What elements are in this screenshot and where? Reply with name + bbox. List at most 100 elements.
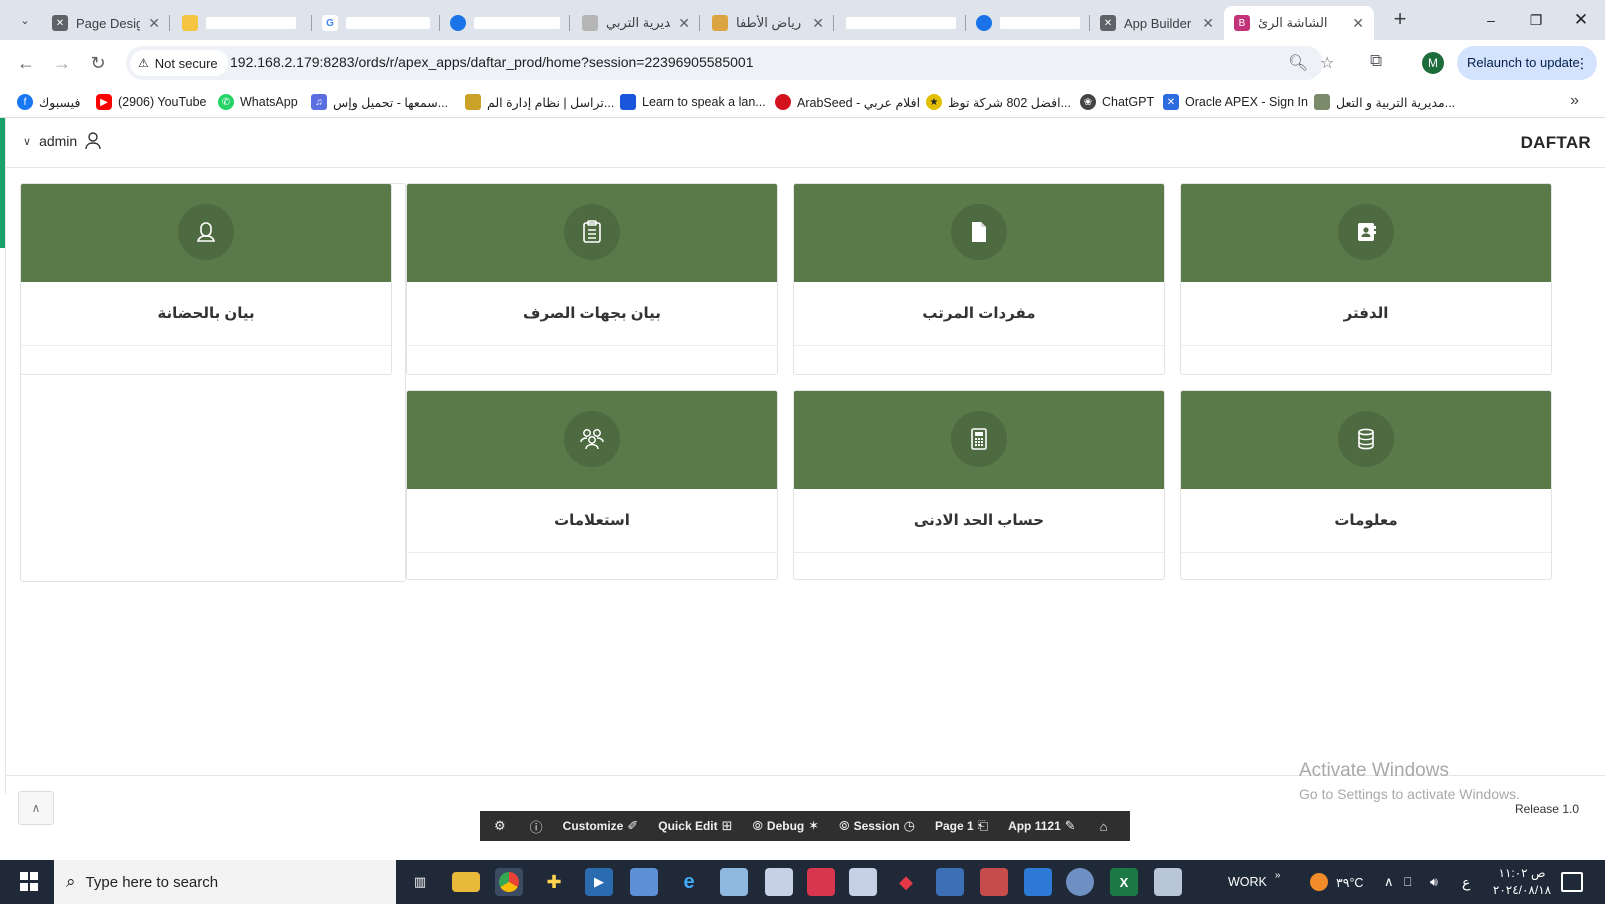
- tab-app-builder[interactable]: ✕ App Builder ✕: [1090, 6, 1224, 40]
- bookmark-star-icon[interactable]: ☆: [1320, 53, 1334, 73]
- tab-google[interactable]: G: [312, 6, 440, 40]
- extensions-icon[interactable]: ⧉: [1370, 51, 1382, 71]
- windows-start-icon[interactable]: [10, 870, 48, 894]
- app-plus-icon[interactable]: ✚: [540, 868, 568, 896]
- minimize-icon[interactable]: –: [1476, 8, 1506, 32]
- customize-button[interactable]: Customize ✐: [553, 811, 649, 841]
- bookmark-learn-language[interactable]: Learn to speak a lan...: [620, 93, 766, 111]
- app-button[interactable]: App 1121 ✎: [998, 811, 1086, 841]
- file-explorer-icon[interactable]: [452, 872, 480, 892]
- bookmark-youtube[interactable]: ▶ (2906) YouTube: [96, 93, 207, 111]
- session-button[interactable]: ⦾ Session ◷: [829, 811, 925, 841]
- bookmark-ministry[interactable]: مديرية التربية و التعل...: [1314, 93, 1455, 111]
- close-icon[interactable]: ✕: [812, 15, 824, 32]
- card-daftar[interactable]: الدفتر: [1180, 183, 1552, 375]
- tab-page-designer[interactable]: ✕ Page Design ✕: [42, 6, 170, 40]
- tab-kindergarten[interactable]: رياض الأطفا ✕: [702, 6, 834, 40]
- tab-blurred-2[interactable]: [440, 6, 570, 40]
- close-icon[interactable]: ✕: [1202, 15, 1214, 32]
- card-information[interactable]: معلومات: [1180, 390, 1552, 580]
- more-options-icon[interactable]: ⋮: [1575, 46, 1589, 80]
- bookmark-jobs[interactable]: ★ افضل 802 شركة توظ...: [926, 93, 1071, 111]
- tab-ministry[interactable]: مديرية التربي ✕: [572, 6, 700, 40]
- restore-icon[interactable]: ❐: [1521, 8, 1551, 32]
- app-brand[interactable]: DAFTAR: [1521, 133, 1591, 153]
- chevron-up-icon[interactable]: ∧: [1384, 860, 1394, 904]
- info-icon[interactable]: ⓘ: [516, 811, 553, 841]
- media-player-icon[interactable]: ▶: [585, 868, 613, 896]
- input-language[interactable]: ع: [1462, 860, 1470, 904]
- card-salary-items[interactable]: مفردات المرتب: [793, 183, 1165, 375]
- weather-widget[interactable]: ٣٩°C: [1310, 860, 1363, 904]
- relaunch-button[interactable]: Relaunch to update ⋮: [1457, 46, 1597, 80]
- back-icon[interactable]: ←: [14, 51, 38, 75]
- card-grid: الدفتر مفردات المرتب بيان بجهات الصرف بي…: [20, 183, 1590, 583]
- calculator-app-icon[interactable]: [936, 868, 964, 896]
- bookmark-whatsapp[interactable]: ✆ WhatsApp: [218, 93, 298, 111]
- close-icon[interactable]: ✕: [678, 15, 690, 32]
- card-nursery[interactable]: بيان بالحضانة: [20, 183, 392, 375]
- chevron-double-right-icon[interactable]: »: [1570, 92, 1579, 110]
- tray-work-label[interactable]: WORK»: [1228, 860, 1280, 904]
- windows-taskbar: ⌕ Type here to search ▥ ✚ ▶ e ◆ X WORK» …: [0, 860, 1605, 904]
- app-icon[interactable]: [1066, 868, 1094, 896]
- security-chip[interactable]: ⚠ Not secure: [130, 50, 228, 76]
- excel-icon[interactable]: X: [1110, 868, 1138, 896]
- redacted-title: [346, 17, 430, 29]
- tab-blurred-3[interactable]: [836, 6, 966, 40]
- redacted-title: [206, 17, 296, 29]
- app-icon[interactable]: [720, 868, 748, 896]
- network-icon[interactable]: ⎕: [1404, 860, 1412, 904]
- url-text[interactable]: 192.168.2.179:8283/ords/r/apex_apps/daft…: [230, 54, 753, 70]
- taskbar-clock[interactable]: ص ١١:٠٢ ٢٠٢٤/٠٨/١٨: [1487, 865, 1557, 899]
- home-icon[interactable]: ⌂: [1086, 811, 1118, 841]
- forward-icon[interactable]: →: [50, 51, 74, 75]
- user-menu[interactable]: ∨ admin: [23, 132, 101, 150]
- tab-home-active[interactable]: B الشاشة الرئ ✕: [1224, 6, 1374, 40]
- app-icon[interactable]: [849, 868, 877, 896]
- address-bar[interactable]: ⚠ Not secure 192.168.2.179:8283/ords/r/a…: [126, 46, 1334, 80]
- scroll-to-top-button[interactable]: ∧: [18, 791, 54, 825]
- app-icon[interactable]: [807, 868, 835, 896]
- oracle-icon[interactable]: ◆: [892, 868, 920, 896]
- close-icon[interactable]: ✕: [1352, 15, 1364, 32]
- close-icon[interactable]: ✕: [148, 15, 160, 32]
- bookmark-oracle-apex[interactable]: ✕ Oracle APEX - Sign In: [1163, 93, 1308, 111]
- app-icon[interactable]: [980, 868, 1008, 896]
- database-icon: [1358, 428, 1374, 450]
- card-minimum-calc[interactable]: حساب الحد الادنى: [793, 390, 1165, 580]
- apex-icon: ✕: [52, 15, 68, 31]
- new-tab-button[interactable]: +: [1386, 8, 1414, 32]
- zoom-icon[interactable]: 🔍︎: [1288, 53, 1308, 73]
- bookmark-facebook[interactable]: f فيسبوك: [17, 93, 80, 111]
- card-inquiries[interactable]: استعلامات: [406, 390, 778, 580]
- app-icon[interactable]: [1154, 868, 1182, 896]
- volume-icon[interactable]: 🔊︎: [1430, 860, 1438, 904]
- app-icon[interactable]: [1024, 868, 1052, 896]
- card-payment-entities[interactable]: بيان بجهات الصرف: [406, 183, 778, 375]
- card-title: مفردات المرتب: [794, 282, 1164, 346]
- reload-icon[interactable]: ↻: [86, 51, 110, 75]
- bookmark-arabseed[interactable]: ArabSeed - افلام عربي: [775, 93, 920, 111]
- settings-icon[interactable]: ⚙: [480, 811, 516, 841]
- card-title: بيان بالحضانة: [21, 282, 391, 346]
- quick-edit-button[interactable]: Quick Edit ⊞: [648, 811, 742, 841]
- tab-blurred-1[interactable]: [172, 6, 312, 40]
- debug-button[interactable]: ⦾ Debug ✶: [743, 811, 830, 841]
- app-icon[interactable]: [630, 868, 658, 896]
- edge-icon[interactable]: e: [675, 868, 703, 896]
- bookmark-tarasol[interactable]: تراسل | نظام إدارة الم...: [465, 93, 614, 111]
- kindergarten-icon: [712, 15, 728, 31]
- task-view-icon[interactable]: ▥: [406, 868, 434, 896]
- bookmark-sama3ha[interactable]: ♫ سمعها - تحميل وإس...: [311, 93, 448, 111]
- tab-search-button[interactable]: ⌄: [12, 8, 38, 32]
- app-icon[interactable]: [765, 868, 793, 896]
- chrome-icon[interactable]: [495, 868, 523, 896]
- profile-avatar[interactable]: M: [1422, 52, 1444, 74]
- notification-icon[interactable]: [1561, 872, 1583, 892]
- tab-blurred-4[interactable]: [966, 6, 1090, 40]
- taskbar-search-input[interactable]: ⌕ Type here to search: [54, 860, 396, 904]
- close-window-icon[interactable]: ✕: [1566, 8, 1596, 32]
- page-button[interactable]: Page 1 ⎗: [925, 811, 998, 841]
- bookmark-chatgpt[interactable]: ❀ ChatGPT: [1080, 93, 1154, 111]
